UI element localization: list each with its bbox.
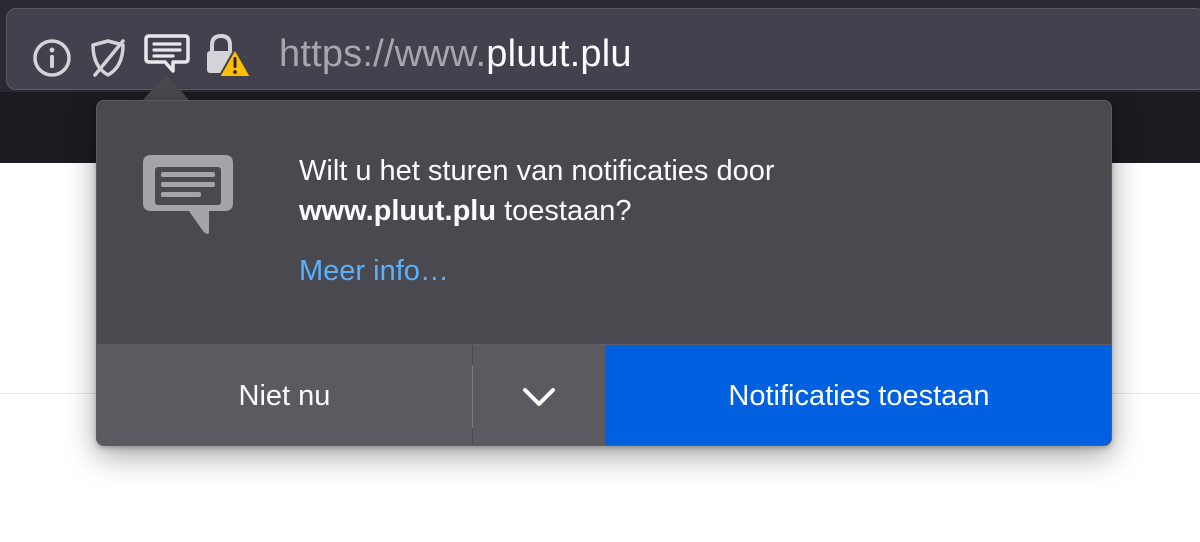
insecure-lock-warning-icon[interactable]	[203, 31, 253, 81]
not-now-button[interactable]: Niet nu	[97, 345, 472, 445]
message-host: www.pluut.plu	[299, 195, 497, 227]
notification-icon	[141, 149, 237, 241]
url-host: pluut.plu	[486, 33, 632, 75]
more-actions-dropdown-button[interactable]	[473, 345, 605, 445]
url-text[interactable]: https://www.pluut.plu	[279, 33, 632, 76]
tracking-protection-off-icon[interactable]	[87, 37, 129, 79]
permission-message: Wilt u het sturen van notificaties door …	[299, 151, 1059, 231]
notification-permission-panel: Wilt u het sturen van notificaties door …	[96, 100, 1112, 446]
url-prefix: https://www.	[279, 33, 487, 75]
info-icon[interactable]	[31, 37, 73, 79]
allow-notifications-button[interactable]: Notificaties toestaan	[605, 345, 1111, 445]
more-info-link[interactable]: Meer info…	[299, 255, 449, 288]
message-line-2: toestaan?	[496, 195, 632, 227]
chevron-down-icon	[523, 387, 555, 406]
notification-permission-icon[interactable]	[143, 31, 191, 79]
panel-arrow	[142, 74, 190, 101]
message-line-1: Wilt u het sturen van notificaties door	[299, 155, 775, 187]
panel-button-row: Niet nu Notificaties toestaan	[97, 344, 1111, 445]
